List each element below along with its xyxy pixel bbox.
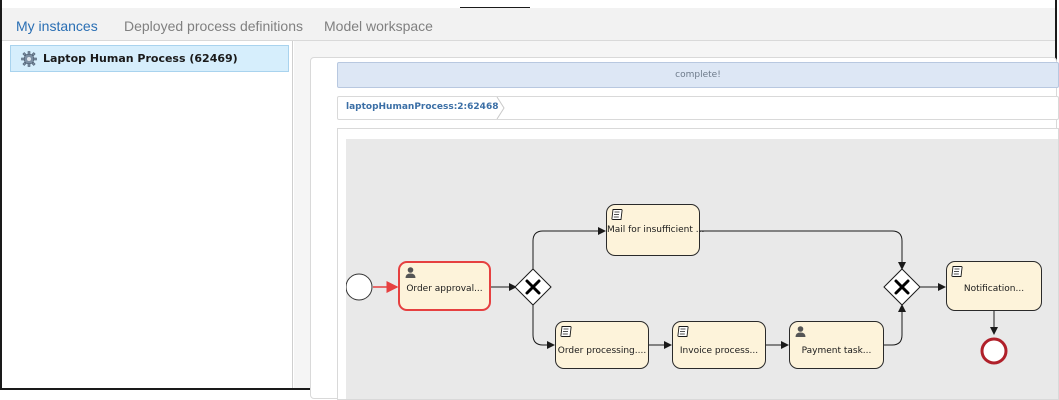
tab-my-instances[interactable]: My instances	[16, 18, 98, 34]
task-label: Mail for insufficient ...	[607, 225, 705, 235]
sidebar-item-label: Laptop Human Process (62469)	[43, 52, 238, 65]
sidebar-item-laptop-human-process[interactable]: Laptop Human Process (62469)	[10, 45, 289, 72]
task-invoice-process[interactable]: Invoice process...	[672, 321, 766, 369]
tab-model-workspace[interactable]: Model workspace	[324, 18, 433, 34]
script-task-icon	[560, 326, 572, 337]
exclusive-gateway-split[interactable]	[514, 268, 552, 306]
top-nav-bar: My instances Deployed process definition…	[2, 8, 1055, 41]
flow-payment-to-merge	[884, 304, 906, 346]
exclusive-gateway-merge[interactable]	[883, 268, 921, 306]
tab-deployed-process-definitions[interactable]: Deployed process definitions	[124, 18, 303, 34]
script-task-icon	[677, 326, 689, 337]
task-payment[interactable]: Payment task...	[789, 321, 884, 369]
gear-icon	[21, 51, 37, 67]
task-mail-insufficient[interactable]: Mail for insufficient ...	[606, 204, 705, 256]
task-order-approval[interactable]: Order approval...	[398, 261, 491, 311]
task-label: Invoice process...	[679, 346, 759, 356]
main-content: complete! laptopHumanProcess:2:62468 Ord…	[294, 41, 1059, 400]
breadcrumb: laptopHumanProcess:2:62468	[337, 96, 1059, 120]
flow-mail-to-merge	[700, 230, 906, 270]
task-label: Order processing....	[557, 346, 647, 356]
breadcrumb-item[interactable]: laptopHumanProcess:2:62468	[346, 102, 498, 112]
instance-panel: complete! laptopHumanProcess:2:62468 Ord…	[310, 57, 1059, 400]
status-bar: complete!	[337, 62, 1059, 88]
end-event[interactable]	[980, 337, 1008, 365]
process-diagram-canvas: Order approval... Mail for insufficient …	[346, 139, 1058, 399]
task-label: Payment task...	[801, 346, 872, 356]
task-notification[interactable]: Notification...	[946, 261, 1042, 311]
user-task-icon	[405, 267, 416, 278]
task-label: Notification...	[963, 284, 1025, 294]
flow-gateway-to-mail	[532, 227, 606, 271]
start-event[interactable]	[346, 273, 373, 301]
breadcrumb-separator-icon	[496, 97, 505, 119]
task-order-processing[interactable]: Order processing....	[555, 321, 649, 369]
script-task-icon	[951, 266, 963, 277]
flow-gateway-to-order-processing	[532, 303, 555, 349]
instances-sidebar: Laptop Human Process (62469)	[2, 41, 293, 388]
task-label: Order approval...	[406, 284, 483, 294]
script-task-icon	[611, 209, 623, 220]
user-task-icon	[795, 326, 806, 337]
diagram-container: Order approval... Mail for insufficient …	[337, 128, 1059, 400]
